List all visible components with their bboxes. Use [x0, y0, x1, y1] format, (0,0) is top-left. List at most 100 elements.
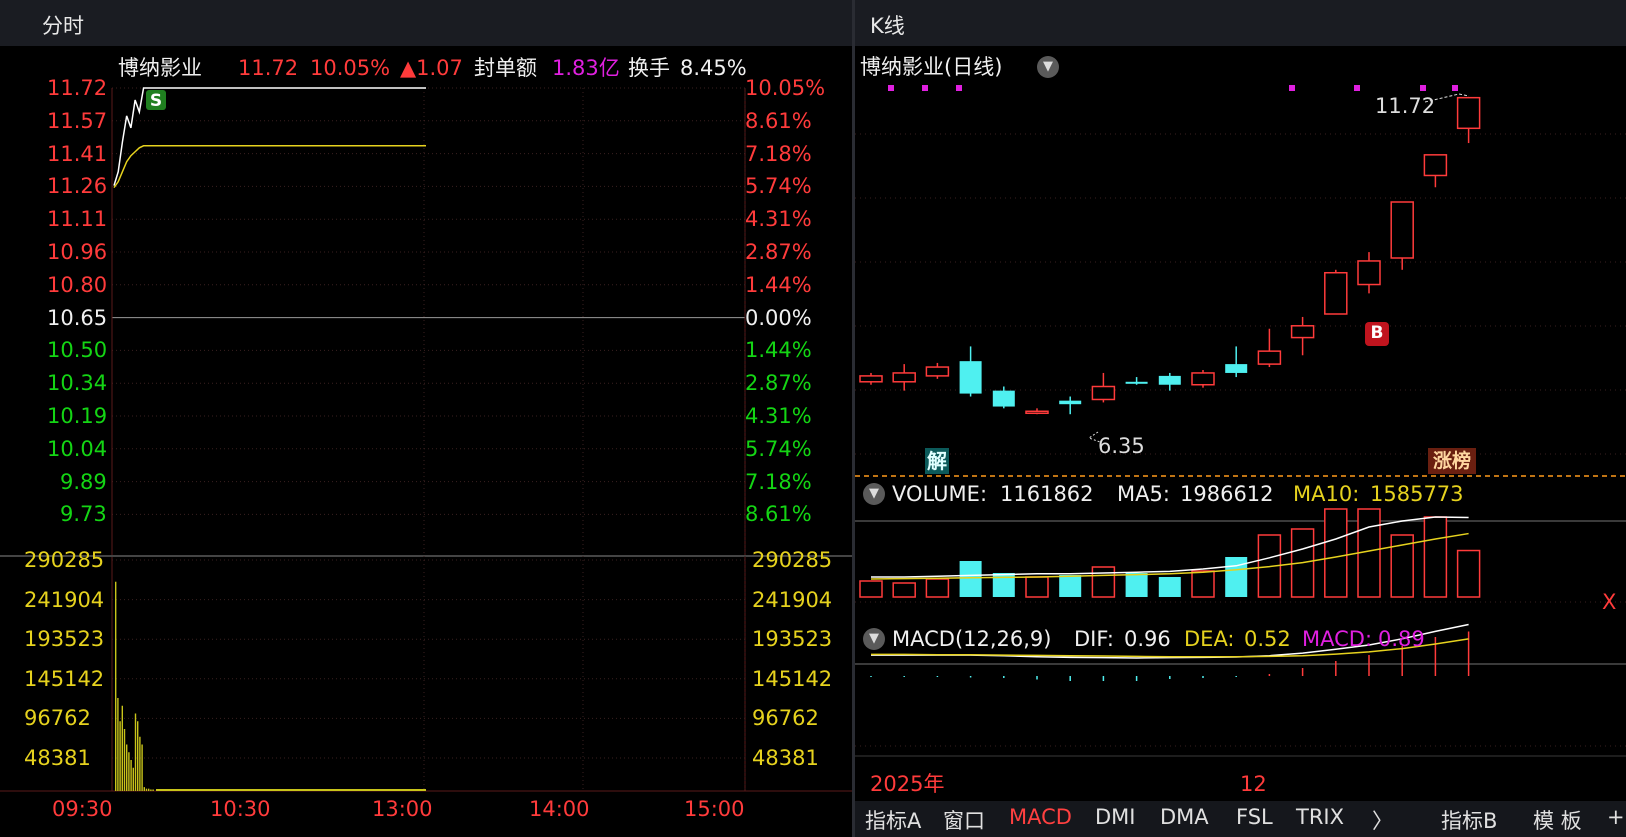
event-dot	[1452, 85, 1458, 91]
candle-body-up	[892, 372, 916, 383]
volume-bar-up	[1423, 516, 1448, 598]
close-x[interactable]: X	[1602, 590, 1616, 614]
candle-body-up	[1423, 154, 1448, 177]
candle-body-down	[1059, 400, 1082, 405]
tab-indicator-b[interactable]: 指标B	[1441, 805, 1497, 835]
pct-tick-label: 0.00%	[745, 305, 812, 330]
low-price-label: 6.35	[1098, 434, 1145, 458]
kline-chart[interactable]	[855, 46, 1626, 801]
ma5-label: MA5:	[1117, 482, 1170, 506]
volume-tick-label: 96762	[24, 706, 91, 731]
volume-bar-down	[1225, 557, 1248, 597]
macd-value: 0.89	[1378, 627, 1425, 651]
volume-bar-down	[1158, 577, 1181, 597]
volume-bar	[123, 728, 126, 791]
pct-tick-label: 1.44%	[745, 338, 812, 363]
time-label: 10:30	[210, 797, 271, 821]
volume-tick-label: 96762	[752, 706, 819, 731]
candle-body-down	[992, 390, 1015, 407]
pct-tick-label: 5.74%	[745, 174, 812, 199]
volume-bar	[150, 789, 152, 791]
candle-body-up	[1390, 201, 1414, 259]
price-tick-label: 10.34	[47, 371, 108, 396]
candle-body-up	[1290, 325, 1315, 339]
tab-macd[interactable]: MACD	[1009, 805, 1072, 829]
sell-marker-badge[interactable]: S	[146, 90, 166, 111]
tab-dmi[interactable]: DMI	[1095, 805, 1135, 829]
tab-trix[interactable]: TRIX	[1296, 805, 1344, 829]
limit-up-list-badge[interactable]: 涨榜	[1428, 448, 1476, 474]
macd-menu-icon[interactable]: ▼	[863, 628, 885, 650]
pct-tick-label: 2.87%	[745, 240, 812, 264]
volume-bar	[141, 744, 143, 791]
pct-tick-label: 4.31%	[745, 207, 812, 232]
candle-body-up	[1091, 385, 1116, 401]
candle-body-up	[1324, 271, 1348, 315]
volume-bar-up	[1324, 508, 1348, 598]
price-tick-label: 10.65	[47, 305, 108, 330]
tab-fsl[interactable]: FSL	[1236, 805, 1273, 829]
tab-indicator-a[interactable]: 指标A	[865, 805, 921, 835]
pct-tick-label: 1.44%	[745, 272, 812, 297]
volume-tick-label: 48381	[24, 746, 91, 770]
event-dot	[1289, 85, 1295, 91]
volume-bar	[143, 787, 145, 791]
tab-template[interactable]: 模 板	[1533, 805, 1582, 835]
pct-tick-label: 7.18%	[745, 469, 812, 494]
time-label: 15:00	[684, 797, 745, 821]
volume-bar	[115, 581, 117, 791]
volume-bar-up	[1025, 576, 1049, 598]
tab-window[interactable]: 窗口	[943, 805, 985, 835]
candle-body-down	[1158, 375, 1181, 385]
tab-dma[interactable]: DMA	[1160, 805, 1209, 829]
price-tick-label: 10.19	[47, 404, 108, 428]
volume-bar-up	[892, 582, 916, 598]
pct-tick-label: 4.31%	[745, 404, 812, 428]
volume-tick-label: 145142	[752, 666, 833, 691]
candlesticks	[859, 96, 1481, 415]
volume-bar	[130, 759, 132, 791]
event-dot	[1420, 85, 1426, 91]
candle-body-up	[1191, 372, 1215, 386]
high-price-label: 11.72	[1375, 94, 1436, 118]
dea-value: 0.52	[1244, 627, 1291, 651]
price-tick-label: 10.80	[47, 272, 108, 297]
volume-tick-label: 290285	[752, 548, 833, 572]
volume-bar	[119, 721, 121, 791]
indicator-tab-bar: 指标A 窗口 MACD DMI DMA FSL TRIX 〉 指标B 模 板 +	[855, 801, 1626, 837]
volume-tick-label: 145142	[24, 666, 105, 691]
time-label: 14:00	[529, 797, 590, 821]
unlock-badge[interactable]: 解	[925, 448, 949, 474]
volume-tick-label: 241904	[24, 587, 105, 612]
price-tick-label: 9.73	[60, 502, 107, 527]
pct-tick-label: 8.61%	[745, 502, 812, 527]
volume-menu-icon[interactable]: ▼	[863, 483, 885, 505]
candle-body-up	[1257, 350, 1282, 365]
volume-bar-up	[925, 578, 950, 598]
volume-tick-label: 193523	[24, 627, 105, 652]
dif-label: DIF:	[1074, 627, 1114, 651]
tab-more-arrow[interactable]: 〉	[1372, 805, 1393, 835]
candle-body-up	[1357, 260, 1381, 286]
candle-body-down	[959, 361, 982, 394]
volume-bars	[859, 508, 1481, 598]
price-tick-label: 11.72	[47, 76, 108, 100]
candle-body-down	[1225, 364, 1248, 373]
volume-bar	[126, 744, 128, 791]
volume-bar	[139, 736, 141, 791]
volume-tick-label: 193523	[752, 627, 833, 652]
price-tick-label: 9.89	[60, 469, 107, 494]
price-tick-label: 11.11	[47, 207, 108, 232]
volume-bar	[117, 697, 119, 791]
tab-add[interactable]: +	[1607, 805, 1625, 829]
pct-tick-label: 7.18%	[745, 141, 812, 166]
price-tick-label: 10.04	[47, 436, 108, 461]
kline-header: K线	[855, 0, 1626, 46]
pct-tick-label: 10.05%	[745, 76, 826, 100]
macd-title: MACD(12,26,9)	[892, 627, 1052, 651]
candle-body-down	[1125, 381, 1148, 384]
buy-marker-badge[interactable]: B	[1365, 322, 1389, 346]
volume-bar	[152, 789, 154, 791]
intraday-chart[interactable]	[0, 46, 852, 837]
volume-tick-label: 48381	[752, 746, 819, 770]
